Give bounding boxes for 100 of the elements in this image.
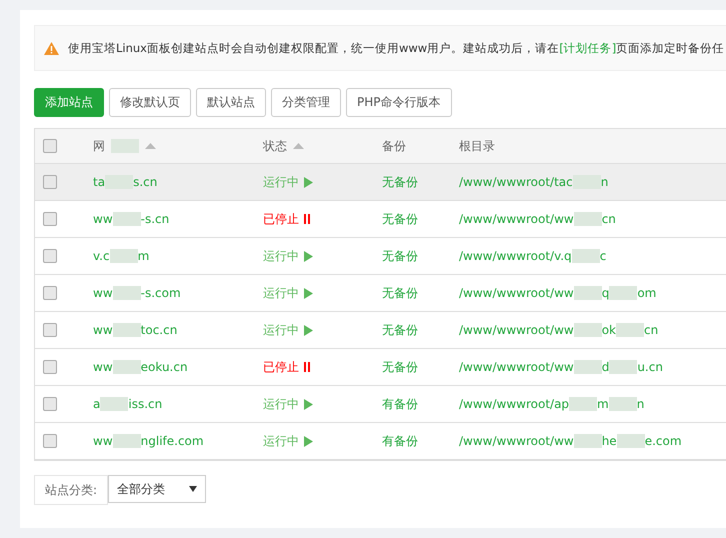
toolbar-button[interactable]: 修改默认页	[109, 88, 191, 117]
row-checkbox[interactable]	[43, 360, 57, 374]
redaction-blur	[569, 397, 598, 411]
redaction-blur	[574, 212, 602, 226]
site-link: s.cn	[133, 175, 158, 189]
row-checkbox[interactable]	[43, 175, 57, 189]
row-checkbox[interactable]	[43, 397, 57, 411]
play-icon	[304, 398, 313, 410]
redaction-blur	[609, 286, 638, 300]
column-header[interactable]: 状态	[263, 138, 287, 154]
play-icon	[304, 288, 313, 298]
redaction-blur	[112, 286, 141, 300]
table-row[interactable]: ta s.cn 运行中 无备份 /www/wwwroot/tac n	[35, 163, 726, 200]
redaction-blur	[616, 434, 645, 448]
root-path-link: /www/wwwroot/ww	[459, 212, 574, 226]
row-checkbox[interactable]	[43, 212, 57, 226]
pause-icon	[304, 362, 310, 372]
redaction-blur	[112, 360, 141, 374]
root-path-link: /www/wwwroot/ww	[459, 323, 574, 337]
status-text[interactable]: 运行中	[263, 396, 299, 412]
select-all-checkbox[interactable]	[43, 139, 57, 153]
root-path-link: q	[602, 286, 610, 300]
play-icon	[304, 250, 313, 262]
root-path-link: u.cn	[637, 360, 663, 374]
site-link: ww	[93, 360, 113, 374]
redaction-blur	[574, 360, 602, 374]
status-text[interactable]: 已停止	[263, 210, 299, 228]
redaction-blur	[572, 249, 600, 263]
root-path-link: e.com	[644, 434, 682, 448]
redaction-blur	[112, 323, 141, 337]
redaction-blur	[112, 212, 141, 226]
redaction-blur	[111, 139, 139, 153]
redaction-blur	[608, 397, 637, 411]
site-link: ww	[93, 286, 113, 300]
sort-arrow-icon[interactable]	[145, 143, 156, 149]
column-header: 备份	[382, 138, 406, 154]
status-text[interactable]: 已停止	[263, 358, 299, 376]
root-path-link: n	[600, 175, 608, 189]
status-text[interactable]: 运行中	[263, 284, 299, 302]
backup-link[interactable]: 无备份	[382, 286, 418, 300]
site-link: a	[93, 397, 100, 411]
warning-icon	[44, 42, 59, 54]
site-link: m	[138, 249, 150, 263]
play-icon	[304, 324, 313, 336]
backup-link[interactable]: 有备份	[382, 396, 418, 410]
redaction-blur	[616, 323, 644, 337]
column-header[interactable]: 网	[93, 138, 105, 154]
redaction-blur	[110, 249, 138, 263]
root-path-link: /www/wwwroot/ww	[459, 286, 574, 300]
redaction-blur	[609, 360, 638, 374]
play-icon	[304, 176, 313, 188]
status-text[interactable]: 运行中	[263, 432, 299, 450]
root-path-link: c	[600, 249, 606, 263]
redaction-blur	[112, 434, 141, 448]
root-path-link: d	[602, 360, 610, 374]
root-path-link: /www/wwwroot/ww	[459, 360, 574, 374]
redaction-blur	[574, 286, 602, 300]
redaction-blur	[574, 323, 602, 337]
root-path-link: /www/wwwroot/ap	[459, 397, 570, 411]
backup-link[interactable]: 无备份	[382, 360, 418, 374]
root-path-link: /www/wwwroot/tac	[459, 175, 573, 189]
status-text[interactable]: 运行中	[263, 174, 299, 190]
site-link: -s.cn	[140, 212, 170, 226]
sort-arrow-icon[interactable]	[293, 143, 304, 149]
toolbar-button[interactable]: 分类管理	[271, 88, 341, 117]
scheduled-task-link[interactable]: [计划任务]	[559, 40, 616, 54]
root-path-link: n	[636, 397, 644, 411]
row-checkbox[interactable]	[43, 323, 57, 337]
notice-text: 使用宝塔Linux面板创建站点时会自动创建权限配置，统一使用www用户。建站成功后，请在[计划任务]页面添加定时备份任	[68, 40, 724, 56]
toolbar-button[interactable]: 默认站点	[196, 88, 266, 117]
root-path-link: he	[602, 434, 617, 448]
root-path-link: ok	[602, 323, 616, 337]
backup-link[interactable]: 无备份	[382, 322, 418, 336]
root-path-link: /www/wwwroot/v.q	[459, 249, 572, 263]
status-text[interactable]: 运行中	[263, 248, 299, 264]
backup-link[interactable]: 无备份	[382, 174, 418, 188]
row-checkbox[interactable]	[43, 434, 57, 448]
backup-link[interactable]: 有备份	[382, 434, 418, 448]
row-checkbox[interactable]	[43, 249, 57, 263]
status-text[interactable]: 运行中	[263, 322, 299, 338]
site-link: toc.cn	[140, 323, 178, 337]
category-select[interactable]: 全部分类	[108, 475, 206, 503]
row-checkbox[interactable]	[43, 286, 57, 300]
site-link: ww	[93, 434, 113, 448]
dropdown-caret-icon	[189, 486, 198, 492]
toolbar-button[interactable]: 添加站点	[34, 88, 104, 117]
toolbar-button[interactable]: PHP命令行版本	[346, 88, 452, 117]
root-path-link: m	[597, 397, 609, 411]
site-link: eoku.cn	[140, 360, 188, 374]
root-path-link: /www/wwwroot/ww	[459, 434, 574, 448]
backup-link[interactable]: 无备份	[382, 212, 418, 226]
column-header: 根目录	[459, 138, 495, 154]
site-link: iss.cn	[128, 397, 162, 411]
category-label: 站点分类:	[34, 475, 108, 505]
site-link: ta	[93, 175, 106, 189]
site-link: ww	[93, 212, 113, 226]
backup-link[interactable]: 无备份	[382, 248, 418, 262]
root-path-link: cn	[602, 212, 616, 226]
play-icon	[304, 436, 313, 446]
pause-icon	[304, 214, 310, 224]
